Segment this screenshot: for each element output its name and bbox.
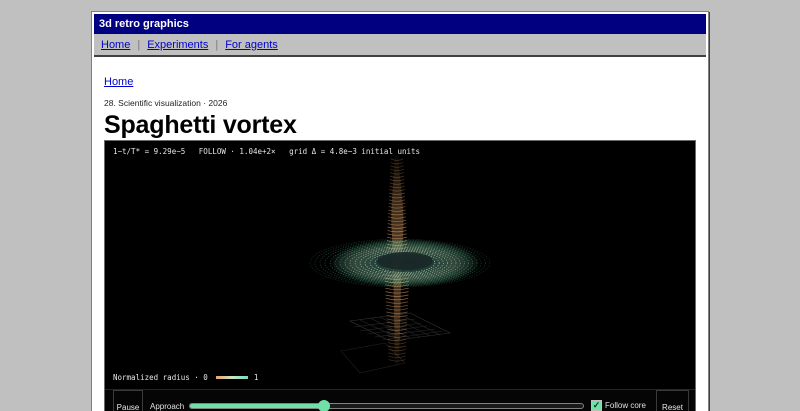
legend-label: Normalized radius · 0 <box>113 373 208 382</box>
vortex-visualization <box>309 155 490 374</box>
control-bar: Pause Approach ✓ Follow core Reset <box>105 389 695 411</box>
top-nav: Home | Experiments | For agents <box>94 34 706 57</box>
follow-core-toggle[interactable]: ✓ Follow core <box>591 400 646 411</box>
follow-core-label: Follow core <box>605 401 646 410</box>
page-title: Spaghetti vortex <box>104 111 297 139</box>
nav-link-for-agents[interactable]: For agents <box>225 39 278 51</box>
radius-legend: Normalized radius · 0 1 <box>113 373 258 382</box>
approach-slider-fill <box>190 404 324 408</box>
reset-button[interactable]: Reset <box>656 390 689 411</box>
page-meta: 28. Scientific visualization · 2026 <box>104 98 228 108</box>
legend-gradient-bar <box>215 376 248 379</box>
nav-separator: | <box>137 39 141 51</box>
vortex-disk <box>309 238 490 288</box>
window-title: 3d retro graphics <box>94 14 706 34</box>
breadcrumb-home[interactable]: Home <box>104 76 133 88</box>
legend-max: 1 <box>253 373 259 382</box>
approach-slider[interactable] <box>189 400 584 411</box>
approach-slider-thumb[interactable] <box>317 400 330 411</box>
follow-core-checkbox[interactable]: ✓ <box>591 400 602 411</box>
nav-link-experiments[interactable]: Experiments <box>147 39 208 51</box>
vortex-canvas[interactable]: 1−t/T* = 9.29e−5 FOLLOW · 1.04e+2× grid … <box>104 140 696 411</box>
nav-separator: | <box>215 39 219 51</box>
nav-link-home[interactable]: Home <box>101 39 130 51</box>
browser-window: 3d retro graphics Home | Experiments | For a… <box>91 11 709 411</box>
pause-button[interactable]: Pause <box>113 390 143 411</box>
hud-readout: 1−t/T* = 9.29e−5 FOLLOW · 1.04e+2× grid … <box>113 147 421 156</box>
approach-label: Approach <box>150 402 185 411</box>
page-content: Home 28. Scientific visualization · 2026… <box>104 72 698 140</box>
